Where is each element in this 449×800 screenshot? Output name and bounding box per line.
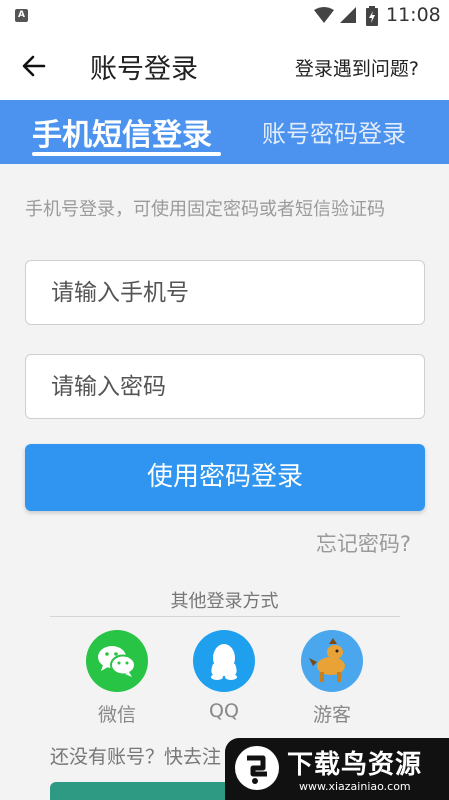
forgot-password-link[interactable]: 忘记密码? (316, 528, 411, 558)
wifi-icon (314, 7, 334, 23)
watermark-badge: 下载鸟资源 www.xiazainiao.com (225, 738, 449, 800)
bird-logo-icon (235, 746, 279, 790)
active-tab-indicator (32, 152, 221, 156)
login-hint: 手机号登录，可使用固定密码或者短信验证码 (25, 199, 385, 220)
login-page: A 11:08 账号登录 登录遇到问题? 手机短信登录 账号密码登录 手机号登录… (0, 0, 449, 800)
password-input[interactable] (25, 354, 425, 419)
guest-login-button[interactable]: 游客 (300, 630, 364, 727)
phone-input[interactable] (25, 260, 425, 325)
watermark-url: www.xiazainiao.com (299, 780, 411, 793)
page-title: 账号登录 (90, 54, 198, 85)
qq-login-button[interactable]: QQ (192, 630, 256, 722)
tab-password-login[interactable]: 账号密码登录 (262, 114, 406, 149)
wechat-login-button[interactable]: 微信 (85, 630, 149, 727)
qq-icon (193, 630, 255, 692)
register-prompt[interactable]: 还没有账号？快去注 (50, 742, 221, 769)
app-header: 账号登录 登录遇到问题? (0, 32, 449, 100)
qq-label: QQ (209, 700, 239, 722)
wechat-icon (86, 630, 148, 692)
clock: 11:08 (386, 4, 441, 26)
wechat-label: 微信 (97, 704, 136, 726)
login-tabs: 手机短信登录 账号密码登录 (0, 100, 449, 164)
divider (50, 616, 400, 617)
arrow-left-icon[interactable] (20, 52, 48, 80)
password-login-button[interactable]: 使用密码登录 (25, 444, 425, 511)
watermark-title: 下载鸟资源 (287, 750, 423, 780)
battery-icon (366, 6, 378, 26)
other-login-title: 其他登录方式 (170, 591, 279, 612)
guest-label: 游客 (312, 704, 351, 726)
login-help-link[interactable]: 登录遇到问题? (295, 54, 419, 81)
notification-icon: A (15, 9, 28, 22)
tab-sms-login[interactable]: 手机短信登录 (32, 110, 212, 154)
status-bar: A 11:08 (0, 0, 449, 32)
guest-horse-icon (301, 630, 363, 692)
signal-icon (340, 7, 356, 23)
